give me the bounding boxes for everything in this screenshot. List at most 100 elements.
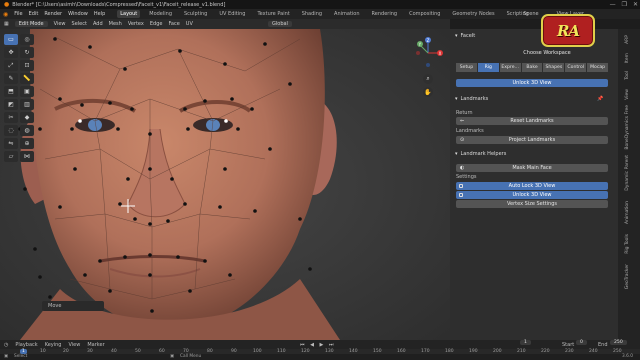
bevel-tool-icon[interactable]: ◩ (4, 99, 18, 110)
cursor-tool-icon[interactable]: ◎ (20, 34, 34, 45)
axis-gizmo-icon[interactable]: Z Y X (412, 35, 444, 71)
tab-animation[interactable]: Animation (331, 10, 363, 18)
menu-mesh[interactable]: Mesh (109, 21, 122, 27)
tab-bake[interactable]: Bake (521, 63, 543, 72)
shear-tool-icon[interactable]: ▱ (4, 151, 18, 162)
minimize-button[interactable]: — (610, 1, 616, 8)
pan-hand-icon[interactable]: ✋ (423, 87, 433, 97)
smooth-tool-icon[interactable]: ◍ (20, 125, 34, 136)
maximize-button[interactable]: ❐ (622, 1, 627, 8)
landmarks-header[interactable]: ▾ Landmarks 📌 (455, 95, 603, 103)
checkbox-icon (459, 193, 463, 197)
edge-slide-tool-icon[interactable]: ⇋ (4, 138, 18, 149)
choose-workspace-button[interactable]: Choose Workspace (488, 49, 606, 57)
rip-tool-icon[interactable]: ⋈ (20, 151, 34, 162)
playback-controls[interactable]: ⏮ ◀ ▶ ⏭ (300, 342, 335, 348)
sidebar-tab-animation[interactable]: Animation (625, 201, 630, 224)
navigation-gizmo[interactable]: Z Y X ⌕ ✋ (412, 35, 444, 117)
tab-compositing[interactable]: Compositing (406, 10, 443, 18)
sidebar-tab-bonedynamics[interactable]: BoneDynamics Free (625, 105, 630, 150)
sidebar-tab-rig-tools[interactable]: Rig Tools (625, 234, 630, 254)
menu-file[interactable]: File (14, 11, 22, 17)
tab-sculpting[interactable]: Sculpting (181, 10, 210, 18)
project-landmarks-button[interactable]: ⊙ Project Landmarks (456, 136, 608, 144)
extrude-tool-icon[interactable]: ⬒ (4, 86, 18, 97)
menu-timeline-view[interactable]: View (68, 342, 80, 348)
rotate-tool-icon[interactable]: ↻ (20, 47, 34, 58)
zoom-icon[interactable]: ⌕ (423, 74, 433, 84)
menu-edit[interactable]: Edit (29, 11, 39, 17)
tab-shading[interactable]: Shading (299, 10, 325, 18)
menu-window[interactable]: Window (68, 11, 88, 17)
unlock-3d-view-button[interactable]: Unlock 3D View (456, 79, 608, 87)
menu-playback[interactable]: Playback (15, 342, 37, 348)
menu-keying[interactable]: Keying (45, 342, 62, 348)
pin-icon[interactable]: 📌 (597, 96, 603, 102)
close-button[interactable]: ✕ (633, 1, 638, 8)
3d-viewport[interactable]: ▭ ◎ ✥ ↻ ⤢ ⊡ ✎ 📏 ⬒ ▣ ◩ ▥ ✂ ◆ ◌ ◍ ⇋ ⊕ ▱ ⋈ … (0, 29, 450, 340)
end-frame-field[interactable]: 250 (610, 340, 627, 345)
mask-main-face-button[interactable]: ◐ Mask Main Face (456, 164, 608, 172)
menu-view[interactable]: View (54, 21, 66, 27)
measure-tool-icon[interactable]: 📏 (20, 73, 34, 84)
blender-logo-icon[interactable]: ◉ (3, 11, 8, 18)
sidebar-tab-item[interactable]: Item (625, 53, 630, 63)
annotate-tool-icon[interactable]: ✎ (4, 73, 18, 84)
auto-lock-3d-view-toggle[interactable]: Auto Lock 3D View (456, 182, 608, 190)
orientation-dropdown[interactable]: Global (268, 21, 292, 27)
poly-build-tool-icon[interactable]: ◆ (20, 112, 34, 123)
tab-uv-editing[interactable]: UV Editing (216, 10, 248, 18)
mode-dropdown[interactable]: Edit Mode (14, 21, 48, 27)
vertex-size-settings-button[interactable]: Vertex Size Settings (456, 200, 608, 208)
knife-tool-icon[interactable]: ✂ (4, 112, 18, 123)
scale-tool-icon[interactable]: ⤢ (4, 60, 18, 71)
menu-select[interactable]: Select (72, 21, 87, 27)
menu-face[interactable]: Face (168, 21, 179, 27)
tab-geometry-nodes[interactable]: Geometry Nodes (449, 10, 497, 18)
unlock-3d-view-toggle[interactable]: Unlock 3D View (456, 191, 608, 199)
landmark-helpers-header[interactable]: ▾ Landmark Helpers (455, 150, 506, 158)
tab-rendering[interactable]: Rendering (369, 10, 401, 18)
menu-render[interactable]: Render (44, 11, 62, 17)
tab-shapes[interactable]: Shapes (543, 63, 565, 72)
menu-add[interactable]: Add (93, 21, 103, 27)
menu-uv[interactable]: UV (186, 21, 193, 27)
select-box-tool-icon[interactable]: ▭ (4, 34, 18, 45)
last-operator-panel[interactable]: Move (42, 301, 104, 311)
editor-type-icon[interactable]: ▦ (4, 21, 9, 27)
project-icon: ⊙ (460, 137, 465, 143)
menu-marker[interactable]: Marker (87, 342, 104, 348)
tool-shelf: ▭ ◎ ✥ ↻ ⤢ ⊡ ✎ 📏 ⬒ ▣ ◩ ▥ ✂ ◆ ◌ ◍ ⇋ ⊕ ▱ ⋈ (4, 34, 36, 162)
tab-layout[interactable]: Layout (117, 10, 141, 18)
tab-mocap[interactable]: Mocap (587, 63, 609, 72)
spin-tool-icon[interactable]: ◌ (4, 125, 18, 136)
clock-icon[interactable]: ◷ (4, 342, 8, 348)
move-tool-icon[interactable]: ✥ (4, 47, 18, 58)
faceit-header[interactable]: ▾ FaceIt (455, 32, 475, 40)
transform-tool-icon[interactable]: ⊡ (20, 60, 34, 71)
tab-control[interactable]: Control (565, 63, 587, 72)
sidebar-tab-dynamic-parent[interactable]: Dynamic Parent (625, 155, 630, 191)
menu-vertex[interactable]: Vertex (128, 21, 144, 27)
reset-landmarks-button[interactable]: ⇐ Reset Landmarks (456, 117, 608, 125)
mouse-left-icon: ▣ (4, 354, 9, 359)
timeline-header: ◷ Playback Keying View Marker ⏮ ◀ ▶ ⏭ 1 … (0, 340, 640, 349)
sidebar-tab-tool[interactable]: Tool (625, 71, 630, 80)
tab-rig[interactable]: Rig (477, 63, 499, 72)
menu-edge[interactable]: Edge (150, 21, 163, 27)
menu-help[interactable]: Help (94, 11, 105, 17)
tab-setup[interactable]: Setup (456, 63, 477, 72)
sidebar-tab-arp[interactable]: ARP (625, 35, 630, 44)
tab-texture-paint[interactable]: Texture Paint (254, 10, 292, 18)
tab-expressions[interactable]: Expre... (499, 63, 521, 72)
scene-selector[interactable]: Scene (523, 11, 538, 17)
inset-tool-icon[interactable]: ▣ (20, 86, 34, 97)
start-frame-field[interactable]: 0 (576, 340, 587, 345)
tab-modeling[interactable]: Modeling (146, 10, 175, 18)
loop-cut-tool-icon[interactable]: ▥ (20, 99, 34, 110)
status-bar: ▣ Select ▣ Call Menu 3.6.0 (0, 354, 640, 360)
current-frame-field[interactable]: 1 (520, 340, 531, 345)
sidebar-tab-geotracker[interactable]: GeoTracker (625, 264, 630, 289)
sidebar-tab-view[interactable]: View (625, 89, 630, 100)
shrink-tool-icon[interactable]: ⊕ (20, 138, 34, 149)
